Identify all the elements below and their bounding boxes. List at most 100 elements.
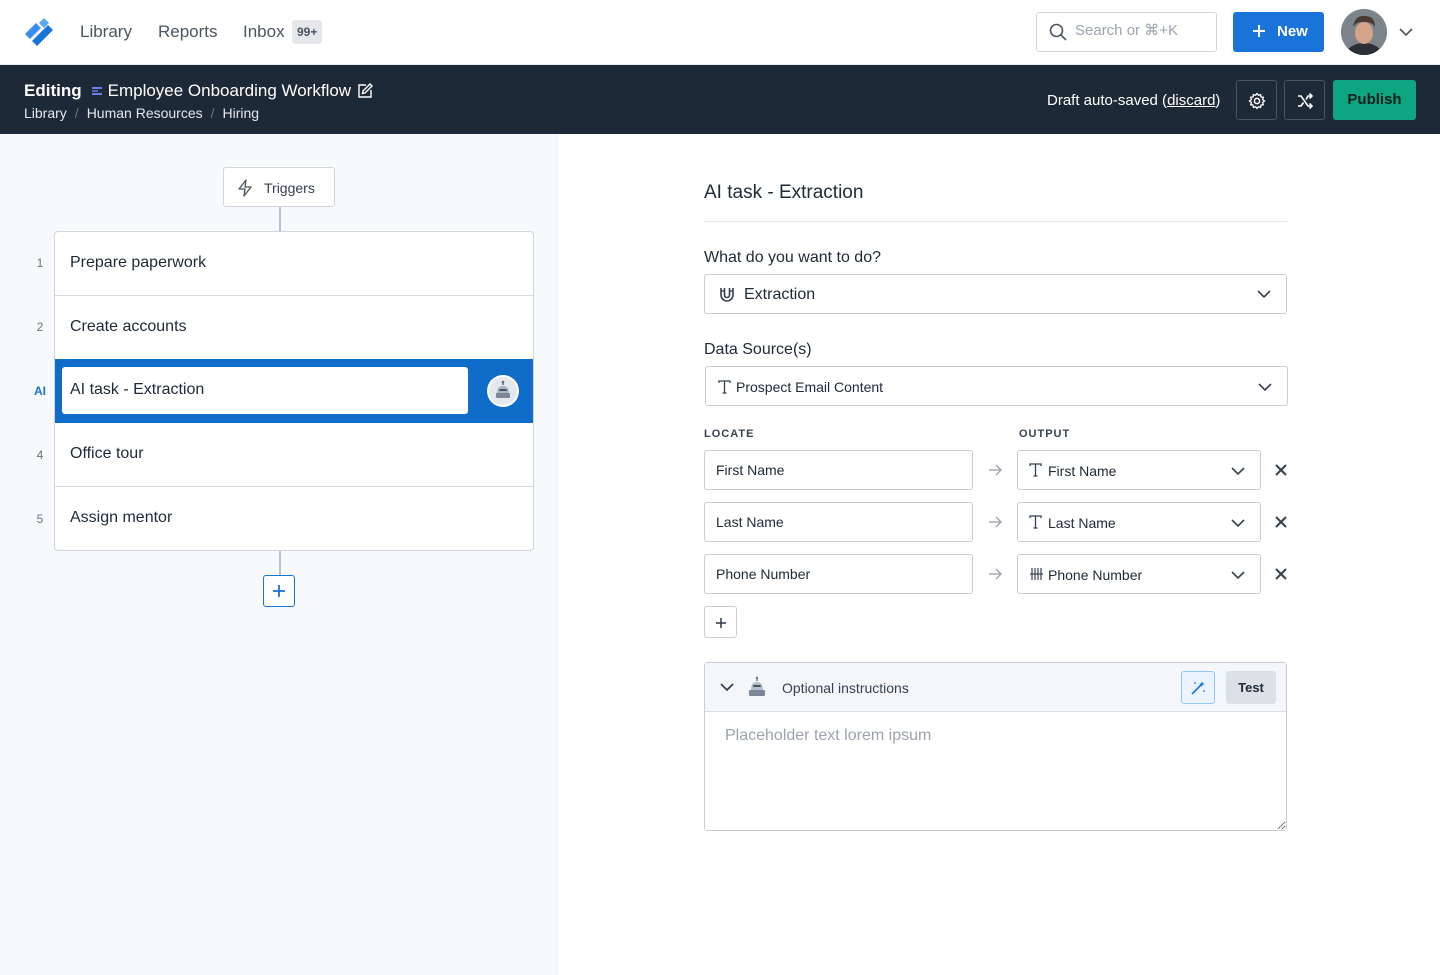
add-step-button[interactable] bbox=[263, 575, 295, 607]
output-value: Phone Number bbox=[1048, 567, 1143, 583]
locate-input[interactable] bbox=[716, 566, 956, 582]
chevron-down-icon[interactable] bbox=[1398, 26, 1414, 38]
close-icon[interactable] bbox=[1275, 568, 1287, 580]
breadcrumb: Library / Human Resources / Hiring bbox=[24, 105, 260, 121]
locate-header: LOCATE bbox=[704, 428, 755, 440]
output-select[interactable]: First Name bbox=[1017, 450, 1261, 490]
locate-field[interactable] bbox=[704, 554, 973, 594]
workflow-name: Employee Onboarding Workflow bbox=[107, 81, 352, 100]
robot-icon bbox=[749, 676, 765, 696]
editing-bar: Editing Employee Onboarding Workflow Lib… bbox=[0, 65, 1440, 134]
shuffle-icon bbox=[1298, 92, 1314, 110]
shuffle-button[interactable] bbox=[1284, 80, 1325, 120]
text-type-icon bbox=[1029, 515, 1042, 529]
inbox-count-badge: 99+ bbox=[292, 20, 323, 44]
step-prepare-paperwork[interactable]: Prepare paperwork bbox=[55, 232, 533, 296]
arrow-right-icon bbox=[989, 516, 1002, 528]
data-source-label: Data Source(s) bbox=[704, 341, 812, 358]
what-label: What do you want to do? bbox=[704, 249, 881, 266]
step-number: 2 bbox=[36, 320, 44, 334]
gear-icon bbox=[1248, 92, 1266, 110]
arrow-right-icon bbox=[989, 464, 1002, 476]
text-type-icon bbox=[1029, 463, 1042, 477]
close-icon[interactable] bbox=[1275, 516, 1287, 528]
step-number: 5 bbox=[36, 512, 44, 526]
robot-icon bbox=[489, 377, 517, 405]
breadcrumb-hiring[interactable]: Hiring bbox=[223, 105, 260, 121]
triggers-label: Triggers bbox=[264, 180, 315, 196]
discard-link[interactable]: discard bbox=[1167, 92, 1215, 109]
edit-icon[interactable] bbox=[357, 83, 374, 99]
text-type-icon bbox=[718, 380, 731, 394]
step-number: 1 bbox=[36, 256, 44, 270]
editing-label: Editing bbox=[24, 81, 82, 100]
instructions-panel: Optional instructions Test bbox=[704, 662, 1287, 831]
draft-status-close: ) bbox=[1215, 92, 1221, 109]
step-number-ai: AI bbox=[34, 384, 46, 398]
step-label: Assign mentor bbox=[70, 509, 173, 526]
breadcrumb-human-resources[interactable]: Human Resources bbox=[87, 105, 203, 121]
output-header: OUTPUT bbox=[1019, 428, 1071, 440]
output-select[interactable]: Phone Number bbox=[1017, 554, 1261, 594]
breadcrumb-library[interactable]: Library bbox=[24, 105, 67, 121]
number-type-icon bbox=[1030, 568, 1043, 580]
instructions-textarea[interactable] bbox=[705, 713, 1286, 830]
logo-icon[interactable] bbox=[22, 14, 58, 50]
magic-wand-button[interactable] bbox=[1181, 671, 1215, 704]
step-number: 4 bbox=[36, 448, 44, 462]
locate-input[interactable] bbox=[716, 514, 956, 530]
instructions-header: Optional instructions Test bbox=[705, 663, 1286, 712]
new-button[interactable]: New bbox=[1233, 12, 1324, 52]
arrow-right-icon bbox=[989, 568, 1002, 580]
connector-line bbox=[279, 551, 281, 575]
step-office-tour[interactable]: Office tour bbox=[55, 423, 533, 487]
lightning-icon bbox=[238, 179, 252, 197]
step-ai-task-extraction[interactable]: AI task - Extraction bbox=[55, 359, 533, 423]
publish-button[interactable]: Publish bbox=[1333, 80, 1416, 120]
editing-title: Editing Employee Onboarding Workflow bbox=[24, 81, 374, 101]
chevron-down-icon[interactable] bbox=[719, 681, 735, 693]
step-label: AI task - Extraction bbox=[70, 381, 205, 398]
search-icon bbox=[1049, 23, 1067, 41]
chevron-down-icon bbox=[1258, 383, 1272, 392]
draft-status-text: Draft auto-saved ( bbox=[1047, 92, 1168, 109]
locate-input[interactable] bbox=[716, 462, 956, 478]
step-label: Prepare paperwork bbox=[70, 254, 207, 271]
user-avatar-image bbox=[1341, 9, 1387, 55]
magnet-icon bbox=[720, 288, 734, 302]
locate-field[interactable] bbox=[704, 450, 973, 490]
divider bbox=[704, 221, 1287, 222]
nav-reports[interactable]: Reports bbox=[158, 22, 218, 42]
output-value: First Name bbox=[1048, 463, 1117, 479]
plus-icon bbox=[1253, 25, 1265, 37]
output-value: Last Name bbox=[1048, 515, 1116, 531]
workflow-panel: Triggers 1 2 AI 4 5 Prepare paperwork Cr… bbox=[0, 134, 558, 975]
step-assign-mentor[interactable]: Assign mentor bbox=[55, 487, 533, 550]
data-source-value: Prospect Email Content bbox=[736, 379, 884, 395]
output-select[interactable]: Last Name bbox=[1017, 502, 1261, 542]
test-button[interactable]: Test bbox=[1226, 671, 1276, 704]
data-source-select[interactable]: Prospect Email Content bbox=[705, 366, 1288, 406]
instructions-label: Optional instructions bbox=[782, 680, 909, 696]
chevron-down-icon bbox=[1257, 290, 1271, 299]
close-icon[interactable] bbox=[1275, 464, 1287, 476]
step-title-field[interactable]: AI task - Extraction bbox=[62, 367, 468, 414]
settings-button[interactable] bbox=[1236, 80, 1277, 120]
step-label: Office tour bbox=[70, 445, 144, 462]
magic-wand-icon bbox=[1191, 681, 1205, 695]
nav-inbox[interactable]: Inbox bbox=[243, 22, 285, 42]
step-create-accounts[interactable]: Create accounts bbox=[55, 296, 533, 360]
task-title: AI task - Extraction bbox=[704, 182, 864, 203]
triggers-button[interactable]: Triggers bbox=[223, 167, 335, 207]
draft-status: Draft auto-saved (discard) bbox=[1047, 92, 1220, 109]
locate-field[interactable] bbox=[704, 502, 973, 542]
chevron-down-icon bbox=[1231, 519, 1245, 528]
search-input[interactable] bbox=[1075, 22, 1205, 39]
avatar[interactable] bbox=[1341, 9, 1387, 55]
action-select[interactable]: Extraction bbox=[704, 274, 1287, 314]
search-box[interactable] bbox=[1036, 12, 1217, 52]
step-label: Create accounts bbox=[70, 318, 187, 335]
add-mapping-button[interactable] bbox=[704, 606, 737, 638]
nav-library[interactable]: Library bbox=[80, 22, 132, 42]
top-nav: Library Reports Inbox 99+ New bbox=[0, 0, 1440, 65]
